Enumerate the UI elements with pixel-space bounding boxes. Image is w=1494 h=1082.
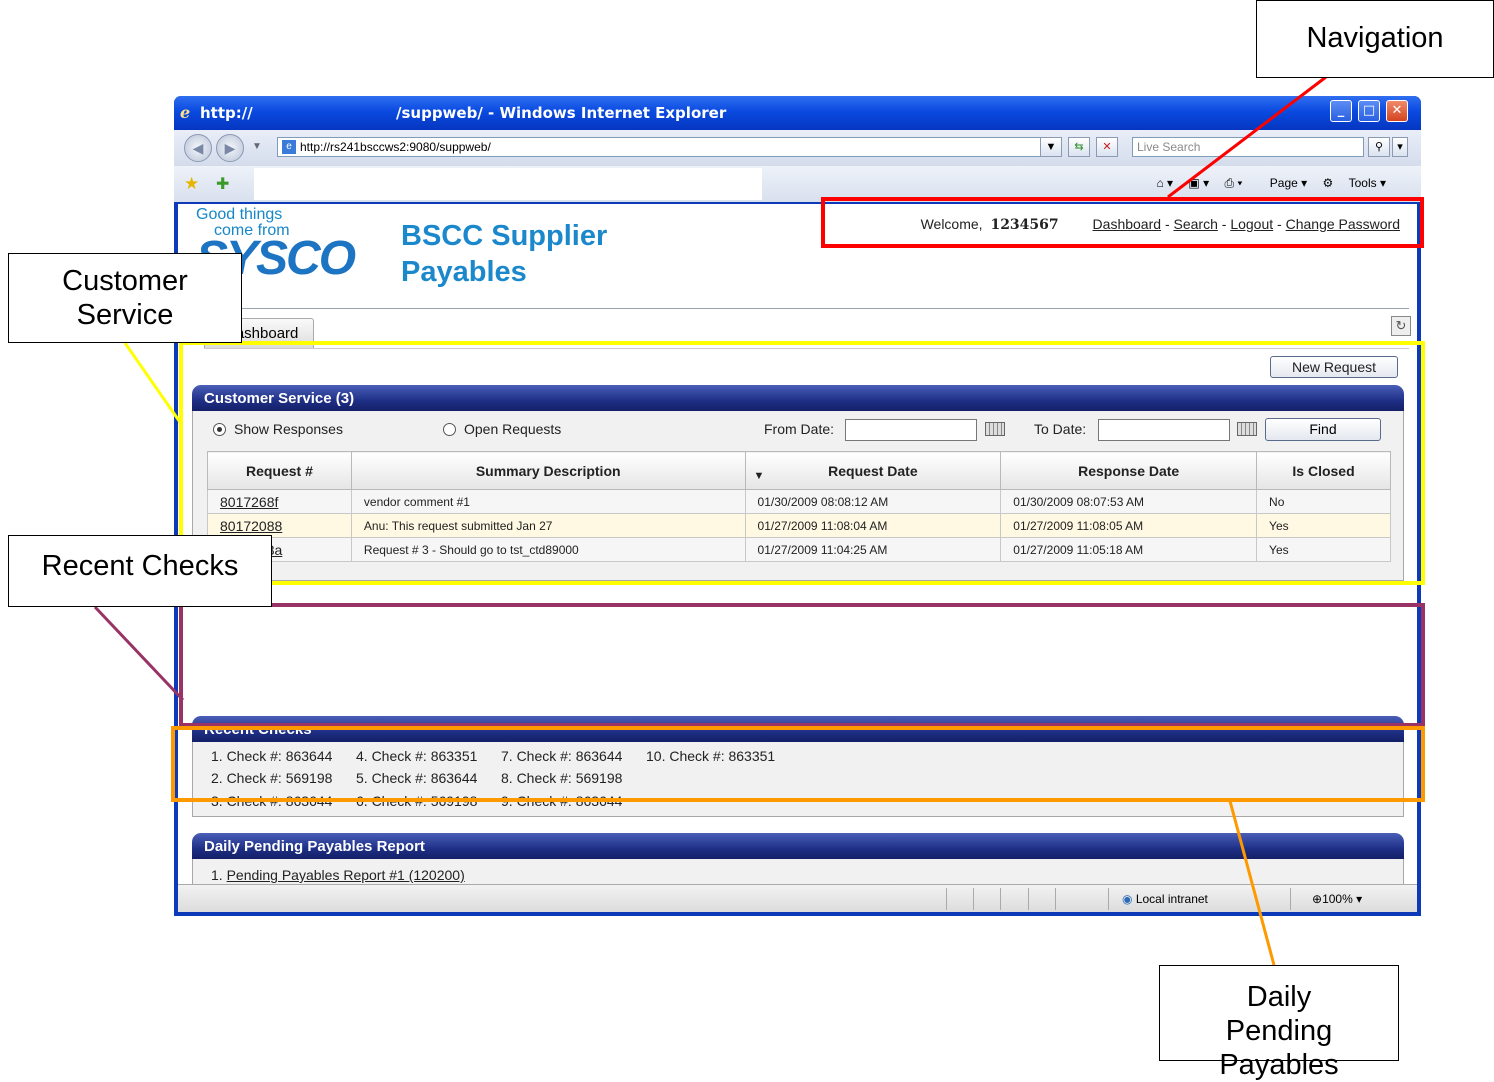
status-divider — [973, 888, 974, 910]
zoom-icon: ⊕ — [1312, 892, 1323, 906]
address-text: http://rs241bsccws2:9080/suppweb/ — [300, 140, 491, 154]
ie-logo-icon: e — [180, 103, 191, 122]
feeds-icon[interactable]: ▣ ▾ — [1188, 176, 1209, 190]
app-title-line2: Payables — [401, 256, 527, 288]
live-search-input[interactable]: Live Search — [1132, 137, 1364, 157]
maximize-button[interactable]: □ — [1358, 100, 1380, 122]
address-bar: ◀ ▶ ▼ e http://rs241bsccws2:9080/suppweb… — [174, 130, 1421, 166]
print-icon[interactable]: ⎙ ▾ — [1224, 176, 1242, 190]
status-divider — [946, 888, 947, 910]
app-title-line1: BSCC Supplier — [401, 220, 608, 252]
add-favorites-icon[interactable]: ✚ — [216, 174, 229, 194]
home-icon[interactable]: ⌂ ▾ — [1156, 176, 1173, 190]
window-title-left: http:// — [200, 104, 253, 122]
status-divider — [1290, 888, 1291, 910]
page-icon: e — [282, 140, 296, 154]
customer-service-highlight — [179, 341, 1425, 585]
header-divider — [184, 308, 1409, 309]
page-menu[interactable]: Page ▾ — [1258, 176, 1307, 190]
security-zone[interactable]: ◉ Local intranet — [1122, 892, 1208, 906]
close-button[interactable]: ✕ — [1386, 100, 1408, 122]
back-button[interactable]: ◀ — [184, 134, 212, 162]
minimize-button[interactable]: _ — [1330, 100, 1352, 122]
tab-strip — [254, 168, 762, 200]
navigation-callout: Navigation — [1256, 0, 1494, 78]
daily-pending-title: Daily Pending Payables Report — [192, 833, 1404, 859]
refresh-portal-icon[interactable]: ↻ — [1391, 316, 1411, 336]
search-icon[interactable]: ⚲ — [1368, 137, 1390, 157]
daily-pending-highlight — [171, 726, 1425, 802]
status-divider — [1000, 888, 1001, 910]
history-dropdown-icon[interactable]: ▼ — [252, 141, 262, 152]
customer-service-callout: Customer Service — [8, 253, 242, 343]
tools-menu[interactable]: ⚙ Tools ▾ — [1323, 176, 1386, 190]
address-input[interactable]: e http://rs241bsccws2:9080/suppweb/ — [277, 137, 1057, 157]
daily-pending-callout: Daily Pending Payables — [1159, 965, 1399, 1081]
daily-pending-body: 1. Pending Payables Report #1 (120200) — [192, 859, 1404, 884]
app-title: BSCC Supplier Payables — [401, 218, 607, 290]
recent-checks-leader-line — [93, 605, 185, 702]
navigation-highlight — [821, 197, 1424, 248]
search-options-icon[interactable]: ▾ — [1392, 137, 1408, 157]
stop-icon[interactable]: ✕ — [1096, 137, 1118, 157]
status-divider — [1055, 888, 1056, 910]
recent-checks-callout: Recent Checks — [8, 535, 272, 607]
status-divider — [1028, 888, 1029, 910]
favorites-star-icon[interactable]: ★ — [184, 174, 199, 194]
forward-button[interactable]: ▶ — [216, 134, 244, 162]
status-bar: ◉ Local intranet ⊕100% ▾ — [178, 884, 1417, 912]
pending-report-link[interactable]: Pending Payables Report #1 (120200) — [227, 867, 465, 883]
pending-report-item: 1. Pending Payables Report #1 (120200) — [211, 867, 465, 883]
recent-checks-highlight — [179, 603, 1425, 727]
address-dropdown-icon[interactable]: ▼ — [1040, 137, 1062, 157]
intranet-icon: ◉ — [1122, 892, 1133, 906]
window-title-right: /suppweb/ - Windows Internet Explorer — [396, 104, 727, 122]
status-divider — [1108, 888, 1109, 910]
refresh-icon[interactable]: ⇆ — [1068, 137, 1090, 157]
title-bar: e http:// /suppweb/ - Windows Internet E… — [174, 96, 1421, 130]
zoom-level[interactable]: ⊕100% ▾ — [1312, 892, 1362, 906]
command-buttons: ⌂ ▾ ▣ ▾ ⎙ ▾ Page ▾ ⚙ Tools ▾ — [1144, 176, 1386, 191]
daily-pending-portlet: Daily Pending Payables Report 1. Pending… — [192, 833, 1404, 884]
